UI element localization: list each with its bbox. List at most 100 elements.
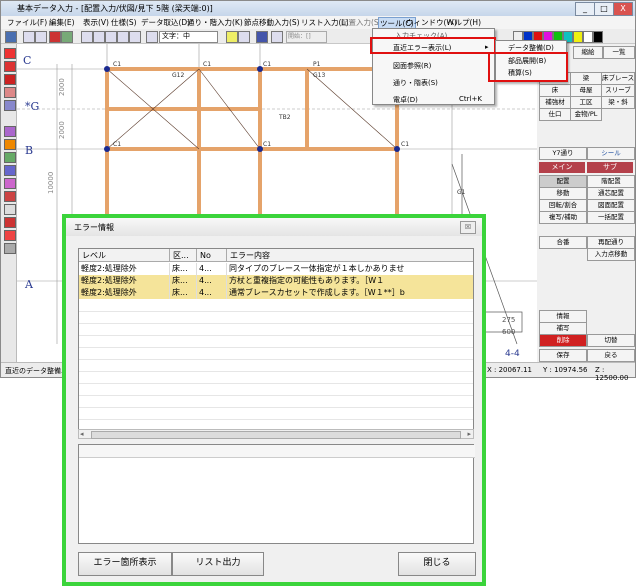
- menu-help[interactable]: ヘルプ(H): [447, 17, 481, 28]
- scroll-right-icon[interactable]: ▸: [467, 430, 471, 438]
- dim-275: 275: [502, 316, 515, 324]
- table-row[interactable]: 軽度2:処理除外 床... 4... 同タイプのブレース一体指定が１本しかありま…: [79, 263, 473, 275]
- tool-purlin-icon[interactable]: [4, 165, 16, 176]
- menu-edit[interactable]: 編集(E): [49, 17, 75, 28]
- undo-icon[interactable]: [23, 31, 35, 43]
- close-button[interactable]: X: [613, 2, 633, 16]
- zoom-in-icon[interactable]: [105, 31, 117, 43]
- show-error-location-button[interactable]: エラー箇所表示: [78, 552, 172, 576]
- tool-brace-icon[interactable]: [4, 126, 16, 137]
- tool-sleeve-icon[interactable]: [4, 230, 16, 241]
- menu-drawing-ref[interactable]: 図面参照(R): [393, 61, 431, 71]
- grid-line: [79, 347, 473, 348]
- dim-10000: 10000: [47, 172, 55, 194]
- tool-column-icon[interactable]: [4, 61, 16, 72]
- color-yellow-swatch[interactable]: [573, 31, 583, 43]
- col-header-level[interactable]: レベル: [79, 249, 170, 262]
- menu-import[interactable]: データ取込(D): [141, 17, 190, 28]
- member-button[interactable]: 仕口: [539, 108, 571, 121]
- tool-cross-icon[interactable]: [4, 178, 16, 189]
- export-list-button[interactable]: リスト出力: [172, 552, 264, 576]
- switch-button[interactable]: 切替: [587, 334, 635, 347]
- tool-plate-icon[interactable]: [4, 204, 16, 215]
- scroll-left-icon[interactable]: ◂: [80, 430, 84, 438]
- stop-icon[interactable]: [49, 31, 61, 43]
- dimension-icon[interactable]: [238, 31, 250, 43]
- color-black-swatch[interactable]: [593, 31, 603, 43]
- member-button[interactable]: 金物/PL: [570, 108, 602, 121]
- main-button[interactable]: 複写/補助: [539, 211, 587, 224]
- refresh-icon[interactable]: [61, 31, 73, 43]
- sub-button[interactable]: 一括配置: [587, 211, 635, 224]
- plan-label: C1: [263, 61, 271, 68]
- save-icon[interactable]: [5, 31, 17, 43]
- measure-icon[interactable]: [271, 31, 283, 43]
- dialog-close-action-button[interactable]: 閉じる: [398, 552, 476, 576]
- tool-floor-icon[interactable]: [4, 152, 16, 163]
- menu-view[interactable]: 表示(V): [83, 17, 109, 28]
- cell-message: 方杖と重複指定の可能性もあります。［W１: [227, 275, 473, 287]
- thumbnail-button[interactable]: 縮絵: [573, 46, 603, 59]
- tool-misc-icon[interactable]: [4, 243, 16, 254]
- menu-file[interactable]: ファイル(F): [7, 17, 47, 28]
- tool-tr-icon[interactable]: [4, 87, 16, 98]
- minimize-button[interactable]: _: [575, 2, 595, 16]
- member-button[interactable]: 梁・斜: [601, 96, 635, 109]
- delete-button[interactable]: 削除: [539, 334, 587, 347]
- tool-ll-icon[interactable]: [4, 139, 16, 150]
- menu-spec[interactable]: 仕様(S): [111, 17, 137, 28]
- maximize-button[interactable]: □: [594, 2, 614, 16]
- coord-z: Z : 12500.00: [595, 366, 629, 382]
- grid-icon[interactable]: [129, 31, 141, 43]
- start-dropdown[interactable]: 開始：[]: [286, 31, 327, 43]
- menu-place[interactable]: 配置入力(S): [341, 17, 382, 28]
- table-row[interactable]: 軽度2:処理除外 床... 4... 通常ブレースカセットで作成します。［W１*…: [79, 287, 473, 299]
- zoom-fit-icon[interactable]: [81, 31, 93, 43]
- layer-icon[interactable]: [256, 31, 268, 43]
- line-button[interactable]: Y7通り: [539, 147, 587, 160]
- seal-button[interactable]: シール: [587, 147, 635, 160]
- dim-right-label: 4-4: [505, 349, 520, 359]
- horizontal-scrollbar[interactable]: ◂ ▸: [78, 429, 474, 439]
- coord-y: Y : 10974.56: [543, 366, 588, 374]
- cell-no: 4...: [197, 263, 227, 275]
- sub-button[interactable]: 入力点移動: [587, 248, 635, 261]
- scroll-thumb[interactable]: [91, 431, 461, 439]
- zoom-window-icon[interactable]: [93, 31, 105, 43]
- error-detail-pane[interactable]: [78, 444, 475, 544]
- list-button[interactable]: 一覧: [603, 46, 635, 59]
- menu-node[interactable]: 節点移動入力(S): [244, 17, 300, 28]
- zoom-out-icon[interactable]: [117, 31, 129, 43]
- menu-grid[interactable]: 通り・階入力(K): [187, 17, 243, 28]
- tab-sub[interactable]: サブ: [587, 162, 633, 173]
- grid-line: [79, 311, 473, 312]
- grid-line: [79, 395, 473, 396]
- col-header-no[interactable]: No: [197, 249, 227, 262]
- save-panel-button[interactable]: 保存: [539, 349, 587, 362]
- tool-sl-icon[interactable]: [4, 100, 16, 111]
- plan-label: TB2: [278, 114, 291, 121]
- col-header-category[interactable]: 区...: [170, 249, 197, 262]
- col-header-message[interactable]: エラー内容: [227, 249, 473, 262]
- main-button[interactable]: 合番: [539, 236, 587, 249]
- table-row[interactable]: 軽度2:処理除外 床... 4... 方杖と重複指定の可能性もあります。［W１: [79, 275, 473, 287]
- redo-icon[interactable]: [35, 31, 47, 43]
- tool-anchor-icon[interactable]: [4, 217, 16, 228]
- print-icon[interactable]: [146, 31, 158, 43]
- tool-opening-icon[interactable]: [4, 191, 16, 202]
- left-toolbox: [1, 44, 17, 362]
- tool-beam-icon[interactable]: [4, 74, 16, 85]
- dialog-close-button[interactable]: ☒: [460, 221, 476, 234]
- menu-calculator[interactable]: 電卓(D): [393, 95, 418, 105]
- axis-label-a: A: [24, 278, 34, 291]
- tab-main[interactable]: メイン: [539, 162, 585, 173]
- text-icon[interactable]: [226, 31, 238, 43]
- plan-label: G1: [457, 189, 466, 196]
- menu-grid-table[interactable]: 通り・階表(S): [393, 78, 438, 88]
- grid-line: [79, 323, 473, 324]
- font-size-select[interactable]: 文字：中: [159, 31, 218, 43]
- tool-select-icon[interactable]: [4, 48, 16, 59]
- color-white2-swatch[interactable]: [583, 31, 593, 43]
- plan-label: C1: [401, 141, 409, 148]
- back-button[interactable]: 戻る: [587, 349, 635, 362]
